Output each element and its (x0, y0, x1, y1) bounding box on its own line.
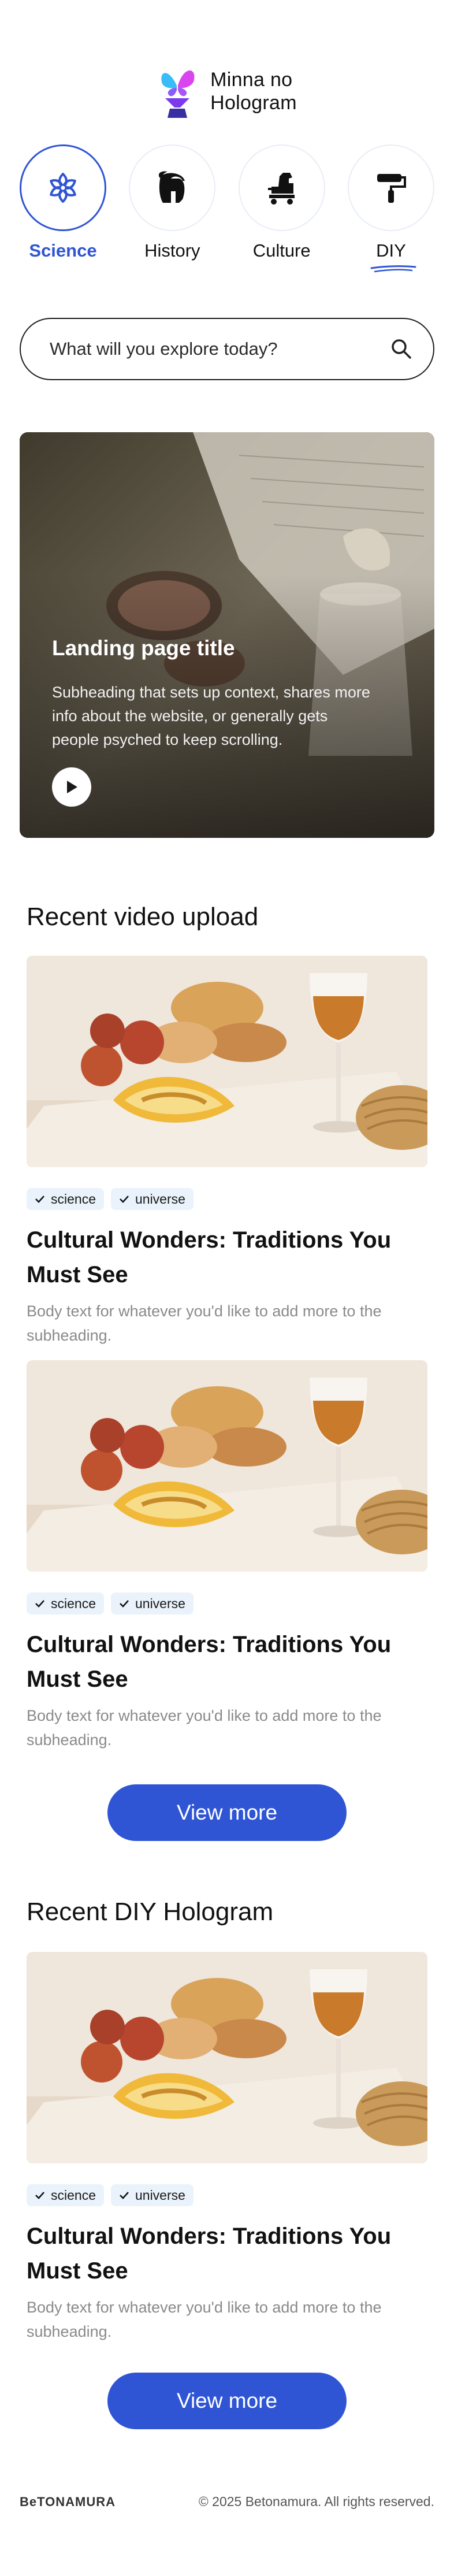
tag-label: science (51, 1191, 96, 1207)
footer-logo[interactable]: BeTONAMURA (20, 2495, 116, 2510)
card-title[interactable]: Cultural Wonders: Traditions You Must Se… (27, 1627, 427, 1697)
hero-title: Landing page title (52, 636, 235, 660)
check-icon (35, 2192, 44, 2199)
tag-list: science universe (27, 1188, 427, 1210)
video-card[interactable]: science universe Cultural Wonders: Tradi… (27, 956, 427, 1348)
category-diy-label[interactable]: DIY (370, 240, 416, 273)
atom-flower-icon (50, 173, 76, 203)
category-history-label[interactable]: History (144, 240, 200, 261)
category-history-circle[interactable] (129, 144, 216, 231)
site-header: Minna no Hologram (0, 0, 454, 148)
brand-logo[interactable]: Minna no Hologram (157, 62, 297, 120)
check-icon (120, 1196, 129, 1203)
tag-label: science (51, 2187, 96, 2203)
spartan-helmet-icon (159, 171, 185, 203)
category-science-label[interactable]: Science (29, 240, 96, 261)
card-body: Body text for whatever you'd like to add… (27, 2299, 382, 2340)
card-title[interactable]: Cultural Wonders: Traditions You Must Se… (27, 2219, 427, 2288)
category-science-circle[interactable] (20, 144, 106, 231)
recent-video-title: Recent video upload (27, 903, 259, 931)
video-thumbnail[interactable] (27, 956, 427, 1167)
copyright-text: © 2025 Betonamura. All rights reserved. (198, 2494, 434, 2509)
view-more-videos-button[interactable]: View more (107, 1784, 347, 1841)
hero-subtitle: Subheading that sets up context, shares … (52, 684, 370, 748)
card-title[interactable]: Cultural Wonders: Traditions You Must Se… (27, 1223, 427, 1292)
hero-banner[interactable]: Landing page title Subheading that sets … (20, 432, 434, 838)
paint-roller-icon (377, 174, 406, 203)
category-culture-label[interactable]: Culture (253, 240, 311, 261)
tag-universe[interactable]: universe (110, 1188, 193, 1210)
trojan-horse-icon (267, 173, 295, 205)
play-icon (67, 781, 77, 793)
scribble-underline-icon (370, 265, 416, 273)
tag-list: science universe (27, 1593, 427, 1614)
butterfly-vase-logo-icon (161, 70, 195, 118)
tag-science[interactable]: science (27, 2184, 104, 2206)
search-input[interactable] (50, 339, 390, 359)
search-icon[interactable] (390, 338, 412, 360)
category-culture[interactable]: Culture (238, 144, 325, 261)
check-icon (35, 1196, 44, 1203)
tag-science[interactable]: science (27, 1593, 104, 1614)
category-science[interactable]: Science (20, 144, 106, 261)
category-history[interactable]: History (129, 144, 216, 261)
brand-name-line1: Minna no (210, 69, 293, 91)
site-footer: BeTONAMURA © 2025 Betonamura. All rights… (20, 2494, 434, 2510)
card-body: Body text for whatever you'd like to add… (27, 1302, 382, 1344)
video-thumbnail[interactable] (27, 1360, 427, 1572)
check-icon (120, 1600, 129, 1608)
card-body: Body text for whatever you'd like to add… (27, 1707, 382, 1749)
category-culture-circle[interactable] (238, 144, 325, 231)
tag-list: science universe (27, 2184, 427, 2206)
recent-diy-title: Recent DIY Hologram (27, 1898, 274, 1926)
video-card[interactable]: science universe Cultural Wonders: Tradi… (27, 1360, 427, 1752)
tag-universe[interactable]: universe (110, 2184, 193, 2206)
tag-label: science (51, 1595, 96, 1611)
category-diy-text: DIY (376, 240, 406, 261)
diy-thumbnail[interactable] (27, 1952, 427, 2163)
check-icon (35, 1600, 44, 1608)
tag-universe[interactable]: universe (110, 1593, 193, 1614)
brand-name: Minna no Hologram (210, 68, 297, 114)
diy-card[interactable]: science universe Cultural Wonders: Tradi… (27, 1952, 427, 2344)
category-diy-circle[interactable] (347, 144, 434, 231)
category-nav: Science History Culture DIY (0, 144, 454, 273)
play-button[interactable] (52, 767, 91, 807)
tag-label: universe (135, 2187, 185, 2203)
check-icon (120, 2192, 129, 2199)
search-bar[interactable] (20, 318, 434, 380)
tag-label: universe (135, 1191, 185, 1207)
view-more-diy-button[interactable]: View more (107, 2373, 347, 2429)
brand-name-line2: Hologram (210, 92, 297, 114)
tag-label: universe (135, 1595, 185, 1611)
tag-science[interactable]: science (27, 1188, 104, 1210)
category-diy[interactable]: DIY (347, 144, 434, 273)
